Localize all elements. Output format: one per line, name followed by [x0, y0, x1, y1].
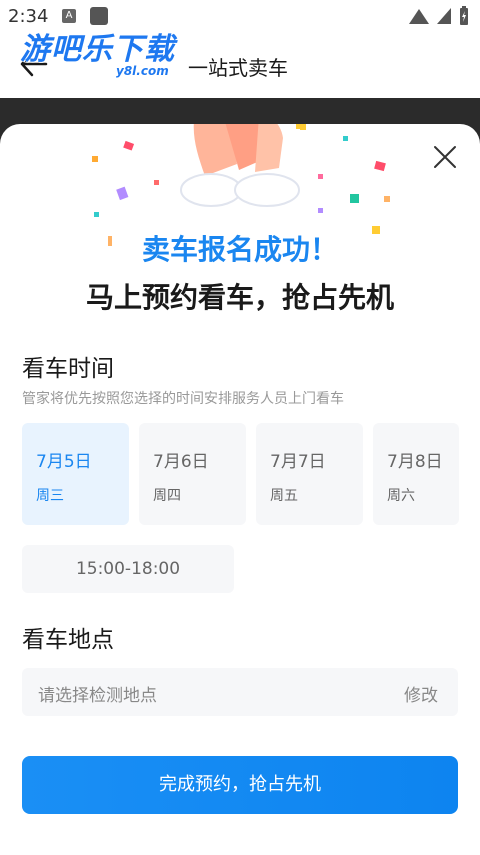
cellular-icon [437, 8, 451, 24]
date-label: 7月5日 [36, 452, 92, 472]
close-icon [434, 146, 456, 168]
success-subheadline: 马上预约看车，抢占先机 [85, 281, 394, 314]
watermark-sub: y8l.com [116, 64, 169, 78]
date-option[interactable]: 7月7日 周五 [256, 423, 363, 525]
close-button[interactable] [430, 142, 460, 172]
date-label: 7月7日 [270, 452, 326, 472]
weekday-label: 周五 [270, 488, 298, 504]
clapping-hands-icon [180, 124, 300, 207]
viewing-location-title: 看车地点 [22, 627, 114, 653]
weekday-label: 周三 [36, 488, 64, 504]
weekday-label: 周四 [153, 488, 181, 504]
time-slot-option[interactable]: 15:00-18:00 [22, 545, 234, 593]
viewing-time-title: 看车时间 [22, 356, 114, 382]
success-headline: 卖车报名成功！ [141, 233, 338, 266]
signal-icon [409, 9, 429, 24]
notification-a-icon: A [62, 9, 76, 23]
location-placeholder: 请选择检测地点 [38, 686, 157, 706]
watermark-logo: 游吧乐下载 y8l.com [20, 24, 190, 84]
location-edit-button[interactable]: 修改 [404, 681, 438, 706]
date-option[interactable]: 7月8日 周六 [373, 423, 459, 525]
watermark-text: 游吧乐下载 [20, 32, 175, 67]
status-icons [408, 6, 470, 26]
battery-icon [460, 6, 468, 25]
weekday-label: 周六 [387, 488, 415, 504]
booking-sheet: 卖车报名成功！ 马上预约看车，抢占先机 看车时间 管家将优先按照您选择的时间安排… [0, 124, 480, 855]
page-title: 一站式卖车 [188, 56, 288, 80]
date-label: 7月6日 [153, 452, 209, 472]
date-option[interactable]: 7月6日 周四 [139, 423, 246, 525]
submit-booking-button[interactable]: 完成预约，抢占先机 [22, 756, 458, 814]
date-label: 7月8日 [387, 452, 443, 472]
date-option[interactable]: 7月5日 周三 [22, 423, 129, 525]
notification-square-icon [90, 7, 108, 25]
location-selector[interactable]: 请选择检测地点 修改 [22, 668, 458, 716]
viewing-time-description: 管家将优先按照您选择的时间安排服务人员上门看车 [22, 391, 344, 407]
nav-bar: 游吧乐下载 y8l.com 一站式卖车 [0, 32, 480, 98]
